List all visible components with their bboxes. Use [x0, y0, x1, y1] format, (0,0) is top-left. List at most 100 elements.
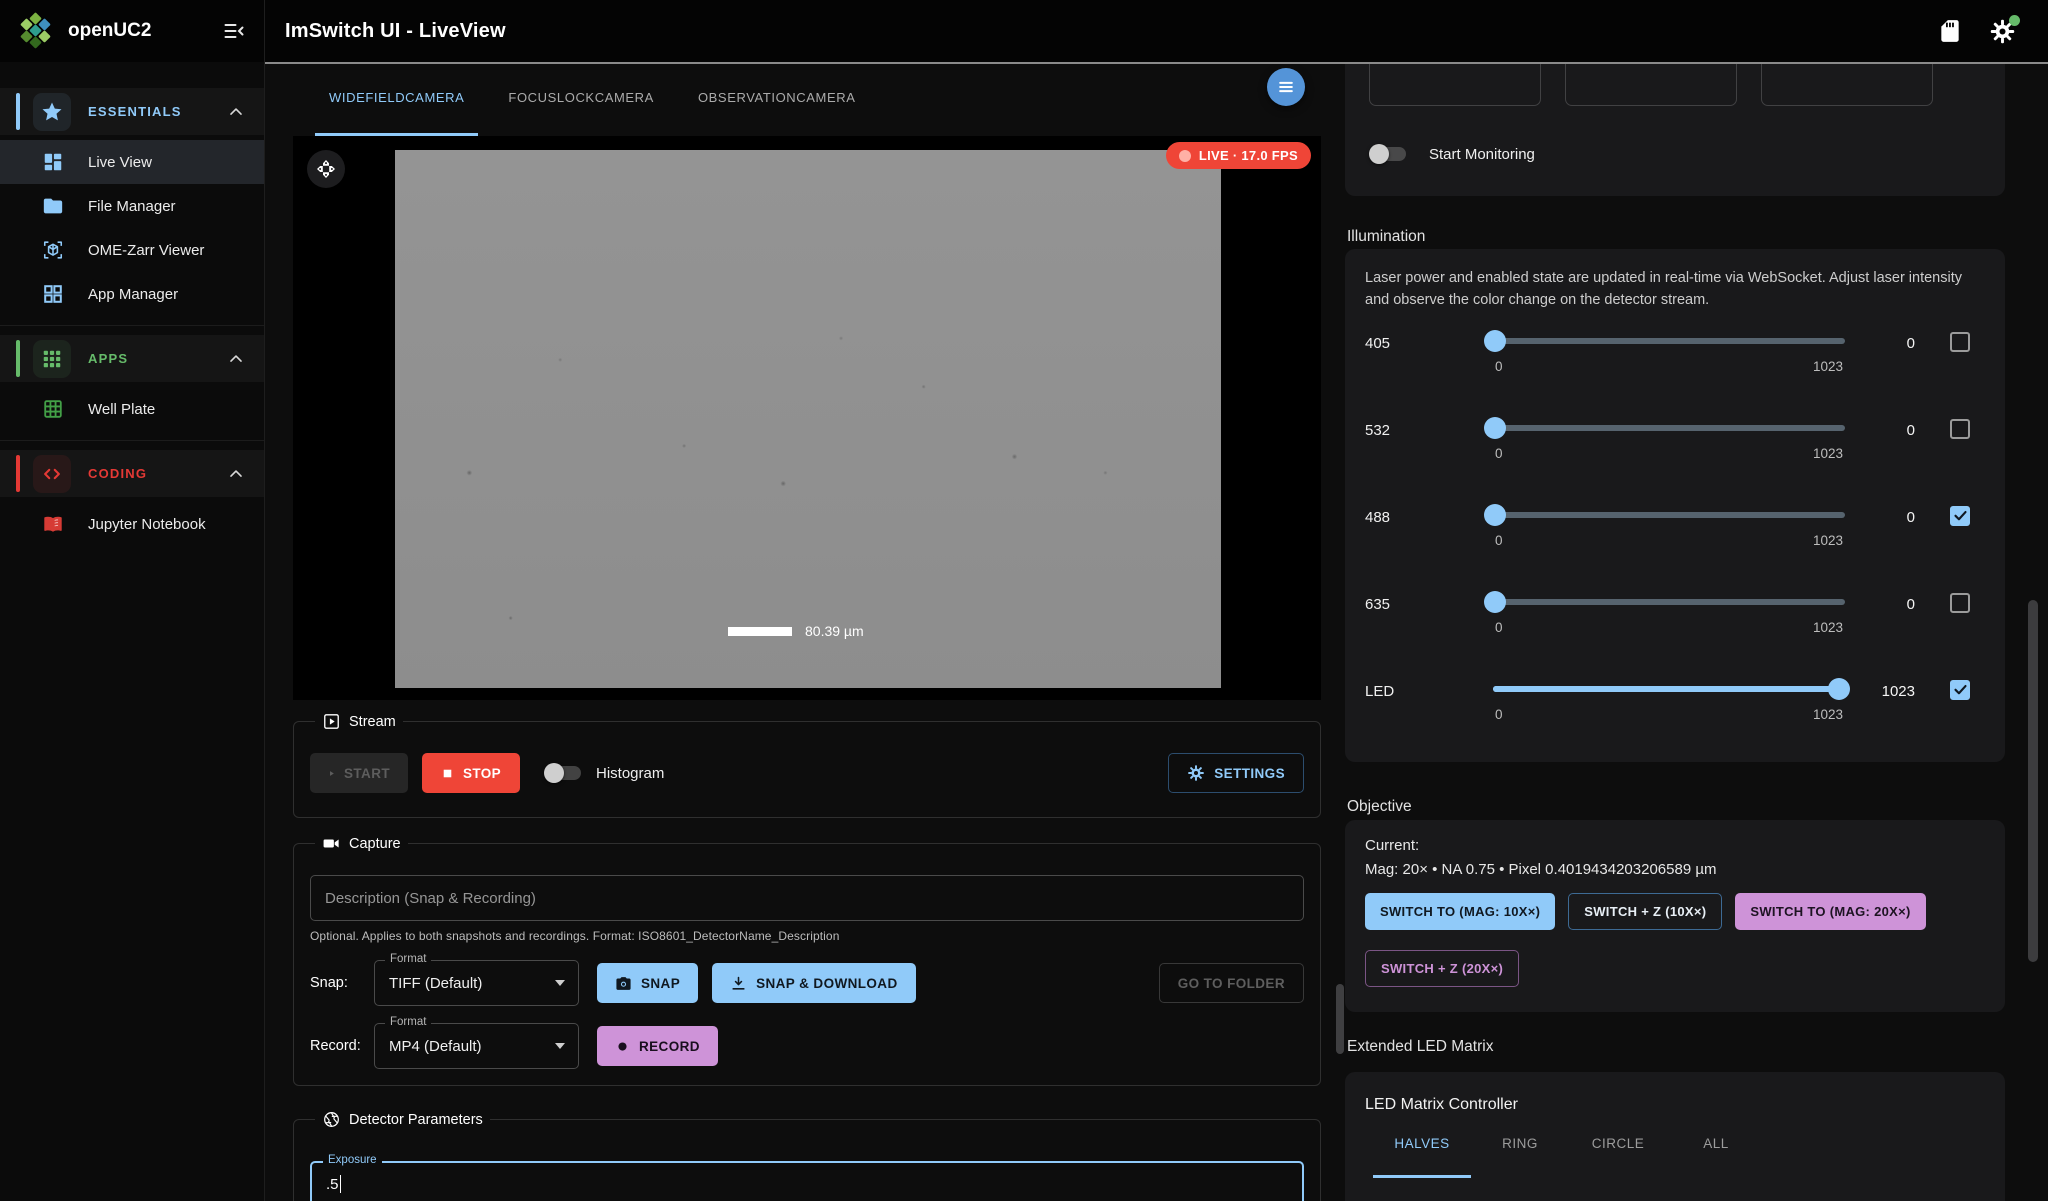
sidebar-item-ome-zarr-viewer[interactable]: OME-Zarr Viewer: [0, 228, 264, 272]
go-to-folder-button[interactable]: GO TO FOLDER: [1159, 963, 1304, 1003]
laser-405-slider[interactable]: [1493, 338, 1845, 344]
start-label: START: [344, 766, 390, 781]
laser-635-slider[interactable]: [1493, 599, 1845, 605]
objective-current-label: Current:: [1365, 837, 1985, 854]
slider-thumb[interactable]: [1484, 504, 1506, 526]
laser-name: 635: [1365, 587, 1493, 613]
objective-card: Current: Mag: 20× • NA 0.75 • Pixel 0.40…: [1345, 820, 2005, 1012]
led-matrix-card: LED Matrix Controller HALVES RING CIRCLE…: [1345, 1072, 2005, 1201]
histogram-toggle[interactable]: [544, 761, 584, 785]
switch-mag-10x-button[interactable]: SWITCH TO (MAG: 10X×): [1365, 893, 1555, 930]
slider-min: 0: [1495, 620, 1503, 635]
laser-value: 0: [1845, 587, 1915, 613]
tab-circle[interactable]: CIRCLE: [1569, 1130, 1667, 1178]
go-to-folder-label: GO TO FOLDER: [1178, 976, 1285, 991]
tab-ring[interactable]: RING: [1471, 1130, 1569, 1178]
slider-thumb[interactable]: [1484, 330, 1506, 352]
laser-value: 1023: [1845, 674, 1915, 700]
code-icon: [33, 455, 71, 493]
switch-mag-20x-button[interactable]: SWITCH TO (MAG: 20X×): [1735, 893, 1925, 930]
live-fps-badge: LIVE · 17.0 FPS: [1166, 142, 1311, 169]
laser-row-405: 405 0 1023 0: [1345, 326, 2005, 413]
topbar-divider: [265, 62, 2048, 64]
tab-widefieldcamera[interactable]: WIDEFIELDCAMERA: [315, 62, 478, 136]
topbar-main: ImSwitch UI - LiveView: [265, 0, 2048, 62]
laser-405-enable-checkbox[interactable]: [1950, 332, 1970, 352]
sidebar-section-coding[interactable]: CODING: [0, 450, 264, 497]
sidebar-item-label: App Manager: [88, 286, 178, 303]
sidebar-section-apps[interactable]: APPS: [0, 335, 264, 382]
stream-settings-button[interactable]: SETTINGS: [1168, 753, 1304, 793]
stream-legend: Stream: [315, 712, 403, 731]
objective-header: Objective: [1347, 798, 1412, 816]
tab-halves[interactable]: HALVES: [1373, 1130, 1471, 1178]
laser-value: 0: [1845, 326, 1915, 352]
settings-gear-icon[interactable]: [1989, 18, 2016, 45]
sidebar-section-essentials[interactable]: ESSENTIALS: [0, 88, 264, 135]
start-button[interactable]: START: [310, 753, 408, 793]
sidebar-item-file-manager[interactable]: File Manager: [0, 184, 264, 228]
capture-legend: Capture: [315, 834, 408, 853]
slider-max: 1023: [1813, 359, 1843, 374]
sidebar-item-label: File Manager: [88, 198, 176, 215]
led-slider[interactable]: [1493, 686, 1845, 692]
apps-grid-icon: [33, 340, 71, 378]
clipped-field[interactable]: [1761, 62, 1933, 106]
camera-tabs: WIDEFIELDCAMERA FOCUSLOCKCAMERA OBSERVAT…: [265, 62, 1345, 136]
slider-thumb[interactable]: [1484, 591, 1506, 613]
description-input[interactable]: [310, 875, 1304, 921]
record-format-value: MP4 (Default): [389, 1038, 482, 1055]
slider-thumb[interactable]: [1484, 417, 1506, 439]
record-button[interactable]: RECORD: [597, 1026, 718, 1066]
snap-format-select[interactable]: Format TIFF (Default): [374, 960, 579, 1006]
laser-532-enable-checkbox[interactable]: [1950, 419, 1970, 439]
led-matrix-tabs: HALVES RING CIRCLE ALL: [1365, 1130, 1985, 1178]
switch-z-20x-button[interactable]: SWITCH + Z (20X×): [1365, 950, 1519, 987]
monitoring-card: Start Monitoring: [1345, 62, 2005, 196]
settings-label: SETTINGS: [1214, 766, 1285, 781]
view-menu-fab[interactable]: [1267, 68, 1305, 106]
laser-635-enable-checkbox[interactable]: [1950, 593, 1970, 613]
exposure-input[interactable]: Exposure .5: [310, 1161, 1304, 1201]
snap-button[interactable]: SNAP: [597, 963, 698, 1003]
camera-stream-image[interactable]: [395, 150, 1221, 688]
stop-button[interactable]: STOP: [422, 753, 520, 793]
sidebar-item-jupyter-notebook[interactable]: Jupyter Notebook: [0, 502, 264, 546]
sidebar-item-app-manager[interactable]: App Manager: [0, 272, 264, 316]
tab-all[interactable]: ALL: [1667, 1130, 1765, 1178]
tab-observationcamera[interactable]: OBSERVATIONCAMERA: [684, 62, 870, 136]
slider-max: 1023: [1813, 707, 1843, 722]
book-icon: [42, 513, 64, 535]
laser-row-532: 532 0 1023 0: [1345, 413, 2005, 500]
chevron-up-icon: [226, 349, 246, 369]
clipped-field[interactable]: [1565, 62, 1737, 106]
panel-scrollbar-thumb[interactable]: [2028, 600, 2038, 962]
dpad-move-button[interactable]: [307, 150, 345, 188]
laser-488-slider[interactable]: [1493, 512, 1845, 518]
slider-thumb[interactable]: [1828, 678, 1850, 700]
folder-icon: [42, 195, 64, 217]
switch-z-10x-button[interactable]: SWITCH + Z (10X×): [1568, 893, 1722, 930]
live-view-canvas[interactable]: LIVE · 17.0 FPS 80.39 µm: [293, 136, 1321, 700]
sd-card-icon[interactable]: [1937, 18, 1963, 44]
led-enable-checkbox[interactable]: [1950, 680, 1970, 700]
laser-name: 405: [1365, 326, 1493, 352]
sidebar-item-well-plate[interactable]: Well Plate: [0, 387, 264, 431]
snap-download-button[interactable]: SNAP & DOWNLOAD: [712, 963, 916, 1003]
laser-488-enable-checkbox[interactable]: [1950, 506, 1970, 526]
tab-focuslockcamera[interactable]: FOCUSLOCKCAMERA: [494, 62, 668, 136]
sidebar-item-label: Jupyter Notebook: [88, 516, 206, 533]
slider-min: 0: [1495, 707, 1503, 722]
right-panel: Start Monitoring Illumination Laser powe…: [1345, 62, 2048, 1201]
record-format-select[interactable]: Format MP4 (Default): [374, 1023, 579, 1069]
slider-max: 1023: [1813, 446, 1843, 461]
start-monitoring-toggle[interactable]: [1369, 142, 1409, 166]
sidebar: ESSENTIALS Live View File Manager: [0, 62, 265, 1201]
laser-532-slider[interactable]: [1493, 425, 1845, 431]
illumination-header: Illumination: [1347, 228, 1425, 246]
main-scrollbar-thumb[interactable]: [1336, 984, 1344, 1054]
sidebar-collapse-button[interactable]: [222, 19, 246, 43]
live-dot-icon: [1179, 150, 1191, 162]
clipped-field[interactable]: [1369, 62, 1541, 106]
sidebar-item-live-view[interactable]: Live View: [0, 140, 264, 184]
